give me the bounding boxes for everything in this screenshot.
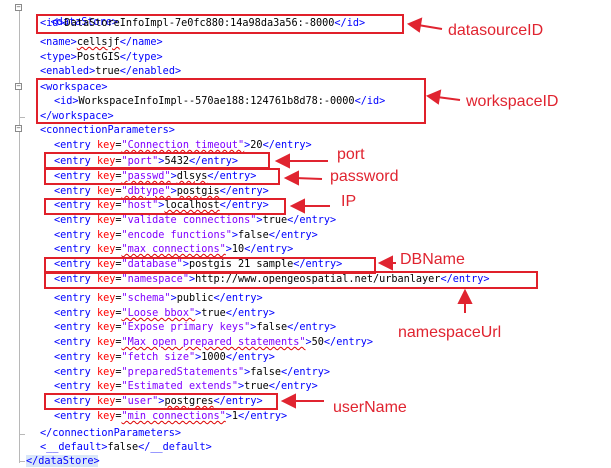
arrow-datasourceid: [417, 24, 443, 30]
annotation-ip: IP: [341, 193, 357, 210]
annotation-arrows: [274, 17, 473, 409]
arrow-password: [294, 177, 323, 180]
xml-editor[interactable]: − − − <dataStore> <id>DataStoreInfoImpl-…: [0, 0, 611, 468]
annotation-port: port: [337, 146, 365, 163]
annotation-namespaceurl: namespaceUrl: [398, 324, 502, 341]
annotation-password: password: [330, 168, 399, 185]
arrow-head-username: [280, 393, 296, 409]
annotation-workspaceid: workspaceID: [466, 93, 559, 110]
arrow-head-workspaceid: [425, 89, 442, 105]
arrow-head-port: [274, 153, 290, 169]
arrow-head-datasourceid: [406, 17, 423, 33]
arrow-head-password: [283, 170, 299, 186]
arrow-workspaceid: [436, 96, 461, 101]
arrow-head-ip: [289, 198, 305, 214]
arrow-head-dbname: [377, 255, 393, 271]
annotation-dbname: DBName: [400, 251, 465, 268]
annotation-datasourceid: datasourceID: [448, 22, 544, 39]
arrow-head-namespaceurl: [457, 288, 473, 304]
annotation-username: userName: [333, 399, 407, 416]
